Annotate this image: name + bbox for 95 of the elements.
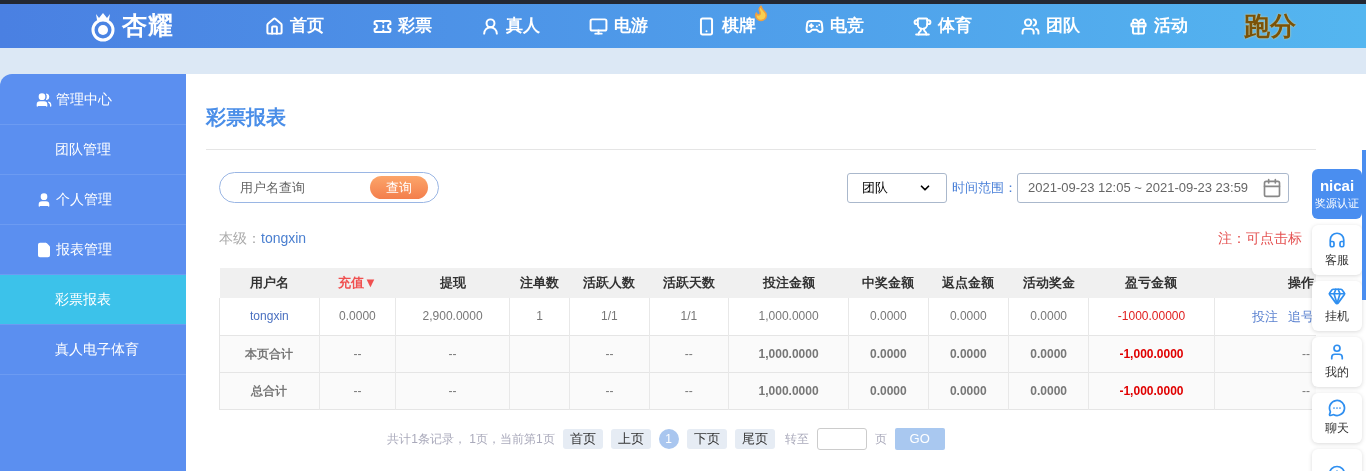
sidebar-item[interactable]: 彩票报表 (0, 275, 186, 325)
nav-link[interactable]: 活动 (1104, 4, 1212, 48)
level-label: 本级： (219, 229, 261, 248)
column-header[interactable]: 中奖金额 (848, 268, 929, 298)
search-button[interactable]: 查询 (370, 176, 428, 199)
table-cell: -- (605, 383, 614, 398)
badge-logo: nicai (1319, 178, 1355, 194)
table-cell: 1,000.0000 (758, 346, 819, 361)
table-cell: 0.0000 (949, 346, 987, 361)
table-cell: 0.0000 (869, 346, 907, 361)
gift-icon (1128, 16, 1148, 36)
table-cell: 1 (536, 309, 543, 324)
certification-badge[interactable]: nicai 奖源认证 (1312, 169, 1362, 219)
date-range-field[interactable]: 2021-09-23 12:05 ~ 2021-09-23 23:59 (1017, 172, 1289, 203)
column-header[interactable]: 提现 (395, 268, 510, 298)
table-cell: 0.0000 (339, 309, 376, 324)
column-header[interactable]: 活跃天数 (649, 268, 729, 298)
note-text: 注：可点击标 (1218, 229, 1303, 248)
table-cell: 0.0000 (1030, 346, 1067, 361)
table-cell: 1/1 (601, 309, 618, 324)
table-cell: -- (353, 346, 362, 361)
person-icon (480, 16, 500, 36)
table-cell: 0.0000 (869, 309, 907, 324)
table-cell: -- (448, 346, 457, 361)
nav-link[interactable]: 团队 (996, 4, 1104, 48)
column-header[interactable]: 充值▼ (319, 268, 396, 298)
side-panel-button[interactable]: 挂机 (1312, 281, 1362, 331)
nav-link[interactable]: 棋牌 (672, 4, 780, 48)
table-cell: -- (605, 346, 614, 361)
nav-link[interactable]: 体育 (888, 4, 996, 48)
page-button[interactable]: 尾页 (734, 428, 775, 449)
nav-link[interactable]: 真人 (456, 4, 564, 48)
trophy-icon (912, 16, 932, 36)
time-range-label: 时间范围： (952, 178, 1017, 197)
badge-caption: 奖源认证 (1315, 196, 1359, 210)
page-unit-label: 页 (874, 430, 887, 448)
nav-link[interactable]: 首页 (240, 4, 348, 48)
person-icon (36, 191, 52, 208)
pagination-summary: 共计1条记录， 1页，当前第1页 (387, 430, 555, 448)
column-header[interactable]: 盈亏金额 (1088, 268, 1215, 298)
table-cell: 0.0000 (1030, 309, 1067, 324)
people-icon (36, 91, 52, 108)
table-cell: -- (1302, 383, 1310, 398)
nav-link[interactable]: 跑分 (1244, 6, 1296, 46)
table-cell: 1,000.0000 (758, 383, 819, 398)
action-link[interactable]: 投注 (1252, 308, 1278, 324)
calendar-icon (1262, 177, 1282, 198)
document-icon (36, 241, 52, 258)
table-cell: -1,000.0000 (1119, 383, 1184, 398)
diamond-icon (1328, 287, 1346, 305)
side-panel-button[interactable]: 我的 (1312, 337, 1362, 387)
column-header[interactable]: 注单数 (509, 268, 570, 298)
table-cell: 0.0000 (1030, 383, 1067, 398)
table-cell: -- (684, 383, 693, 398)
page-button[interactable]: 下页 (686, 428, 727, 449)
table-cell: -1,000.0000 (1119, 346, 1184, 361)
table-cell: 0.0000 (949, 309, 987, 324)
column-header[interactable]: 投注金额 (728, 268, 849, 298)
nav-link[interactable]: 电游 (564, 4, 672, 48)
level-user-link[interactable]: tongxin (261, 228, 307, 249)
column-header[interactable]: 活动奖金 (1008, 268, 1089, 298)
table-cell: -- (353, 383, 362, 398)
column-header[interactable]: 活跃人数 (569, 268, 650, 298)
monitor-icon (588, 16, 608, 36)
people-icon (1020, 16, 1040, 36)
page-button[interactable]: 上页 (610, 428, 651, 449)
column-header[interactable]: 用户名 (219, 268, 320, 298)
nav-link[interactable]: 彩票 (348, 4, 456, 48)
table-cell: 0.0000 (869, 383, 907, 398)
home-icon (264, 16, 284, 36)
user-link[interactable]: tongxin (250, 309, 289, 324)
table-cell: 本页合计 (245, 346, 294, 361)
column-header[interactable]: 返点金额 (928, 268, 1009, 298)
goto-label: 转至 (784, 430, 809, 448)
brand-name: 杏耀 (122, 10, 174, 42)
table-cell: -- (684, 346, 693, 361)
table-cell: -- (1302, 346, 1310, 361)
chat-icon (1328, 399, 1346, 417)
table-cell: 2,900.0000 (422, 309, 483, 324)
table-cell: -1000.00000 (1117, 309, 1186, 324)
scope-select[interactable]: 团队 (847, 172, 947, 203)
table-cell: 总合计 (251, 383, 288, 398)
table-cell: 1/1 (680, 309, 698, 324)
nav-link[interactable]: 电竞 (780, 4, 888, 48)
action-link[interactable]: 追号 (1288, 308, 1314, 324)
page-button[interactable]: 首页 (562, 428, 603, 449)
table-cell: -- (448, 383, 457, 398)
user-icon (1328, 343, 1346, 361)
page-input[interactable] (816, 427, 867, 450)
page-title: 彩票报表 (206, 105, 287, 130)
side-panel-button[interactable]: 聊天 (1312, 393, 1362, 443)
table-cell: 1,000.0000 (758, 309, 819, 324)
table-cell: 0.0000 (949, 383, 987, 398)
headset-icon (1328, 231, 1346, 249)
side-panel-button[interactable]: 客服 (1312, 225, 1362, 275)
